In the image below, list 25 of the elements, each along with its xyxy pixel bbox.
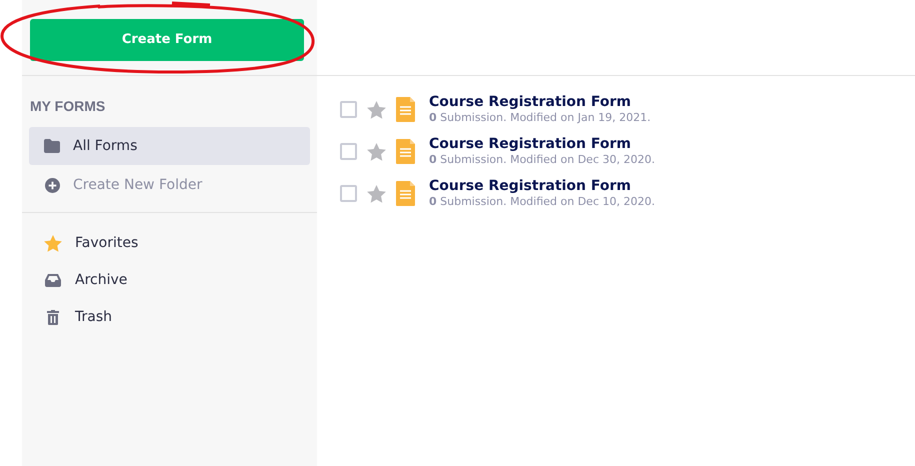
- trash-icon: [47, 310, 59, 325]
- plus-circle-icon: [44, 178, 60, 192]
- star-icon: [44, 235, 62, 252]
- star-icon[interactable]: [367, 100, 386, 118]
- document-icon: [396, 181, 415, 206]
- checkbox[interactable]: [340, 185, 357, 202]
- form-title[interactable]: Course Registration Form: [429, 136, 655, 153]
- checkbox[interactable]: [340, 143, 357, 160]
- form-details: 0 Submission. Modified on Dec 10, 2020.: [429, 195, 655, 209]
- folder-item[interactable]: All Forms: [29, 127, 310, 165]
- form-details: 0 Submission. Modified on Dec 30, 2020.: [429, 153, 655, 167]
- inbox-icon: [45, 274, 61, 287]
- form-details: 0 Submission. Modified on Jan 19, 2021.: [429, 111, 651, 125]
- star-icon[interactable]: [367, 184, 386, 202]
- document-icon: [396, 97, 415, 122]
- checkbox[interactable]: [340, 101, 357, 118]
- sidebar-item[interactable]: Archive: [29, 262, 310, 299]
- form-title[interactable]: Course Registration Form: [429, 94, 651, 111]
- document-icon: [396, 139, 415, 164]
- star-icon[interactable]: [367, 142, 386, 160]
- sidebar-item[interactable]: Trash: [29, 299, 310, 336]
- section-heading: MY FORMS: [29, 97, 106, 116]
- sidebar-item[interactable]: Favorites: [29, 225, 310, 262]
- form-title[interactable]: Course Registration Form: [429, 178, 655, 195]
- folder-icon: [44, 139, 60, 153]
